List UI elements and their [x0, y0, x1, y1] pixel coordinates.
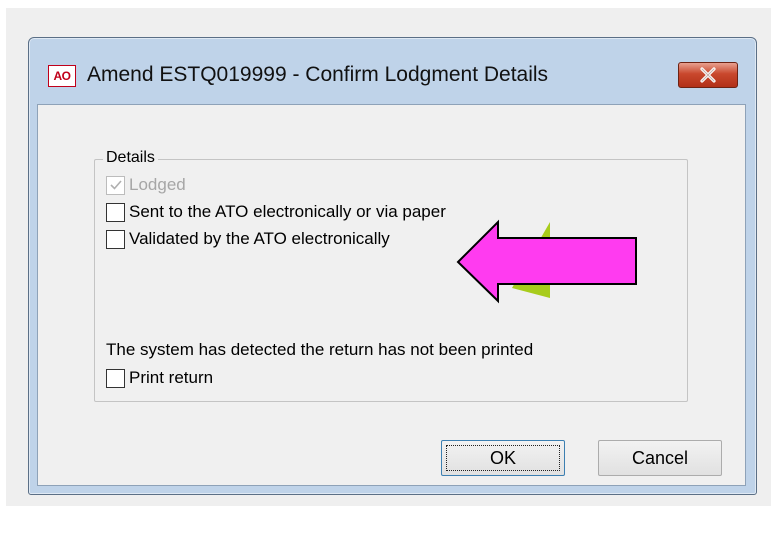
- cancel-button-label: Cancel: [631, 447, 689, 468]
- details-group-label: Details: [103, 149, 158, 167]
- lodged-checkbox-row: Lodged: [106, 174, 186, 196]
- not-printed-notice: The system has detected the return has n…: [106, 340, 534, 359]
- print-return-checkbox-row[interactable]: Print return: [106, 367, 213, 389]
- dialog-window: AO Amend ESTQ019999 - Confirm Lodgment D…: [28, 37, 757, 495]
- window-title: Amend ESTQ019999 - Confirm Lodgment Deta…: [87, 63, 549, 86]
- validated-by-ato-checkbox[interactable]: [106, 229, 125, 249]
- focus-rectangle: [446, 445, 560, 471]
- sent-to-ato-checkbox[interactable]: [106, 202, 125, 222]
- app-logo-icon: AO: [48, 65, 76, 87]
- title-bar[interactable]: AO Amend ESTQ019999 - Confirm Lodgment D…: [29, 38, 756, 104]
- sent-to-ato-label[interactable]: Sent to the ATO electronically or via pa…: [129, 202, 446, 222]
- validated-by-ato-checkbox-row[interactable]: Validated by the ATO electronically: [106, 228, 390, 250]
- close-icon: [700, 67, 716, 83]
- sent-to-ato-checkbox-row[interactable]: Sent to the ATO electronically or via pa…: [106, 201, 446, 223]
- details-groupbox: Details Lodged Sent to the ATO electroni…: [94, 149, 688, 402]
- lodged-label: Lodged: [129, 175, 186, 194]
- cancel-button[interactable]: Cancel: [598, 440, 722, 476]
- checkmark-icon: [109, 180, 122, 190]
- validated-by-ato-label[interactable]: Validated by the ATO electronically: [129, 229, 390, 249]
- print-return-label[interactable]: Print return: [129, 368, 213, 388]
- print-return-checkbox[interactable]: [106, 368, 125, 388]
- close-button[interactable]: [678, 62, 738, 88]
- lodged-checkbox: [106, 175, 125, 195]
- ok-button[interactable]: OK: [441, 440, 565, 476]
- dialog-client-area: Details Lodged Sent to the ATO electroni…: [37, 104, 746, 486]
